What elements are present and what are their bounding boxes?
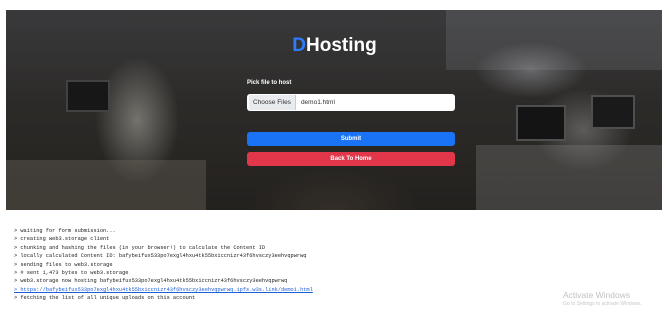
log-line: > locally calculated Content ID: bafybei…: [14, 253, 307, 260]
selected-file-name: demo1.html: [300, 99, 335, 106]
activate-windows-title: Activate Windows: [563, 290, 631, 300]
log-line: > web3.storage now hosting bafybeifux533…: [14, 278, 288, 285]
brand-logo: DHosting: [0, 35, 669, 57]
desk-shape: [476, 145, 662, 210]
log-line: > waiting for form submission...: [14, 228, 116, 234]
log-line: > chunking and hashing the files (in you…: [14, 244, 266, 251]
log-line: > creating web3.storage client: [14, 236, 110, 243]
desk-shape: [6, 160, 206, 210]
monitor-shape: [591, 95, 635, 129]
file-input[interactable]: Choose Files demo1.html: [247, 94, 455, 111]
submit-button[interactable]: Submit: [247, 132, 455, 146]
activate-windows-subtitle: Go to Settings to activate Windows.: [563, 301, 642, 307]
back-to-home-button[interactable]: Back To Home: [247, 152, 455, 166]
monitor-shape: [516, 105, 566, 141]
log-line: > # sent 1,473 bytes to web3.storage: [14, 270, 129, 277]
pick-file-label: Pick file to host: [247, 80, 292, 86]
brand-name: Hosting: [306, 35, 377, 56]
choose-files-button[interactable]: Choose Files: [249, 95, 296, 110]
log-line: > fetching the list of all unique upload…: [14, 295, 196, 302]
brand-prefix: D: [292, 35, 306, 56]
log-line: > sending files to web3.storage: [14, 261, 113, 268]
monitor-shape: [66, 80, 110, 112]
output-log: > waiting for form submission... > creati…: [14, 227, 313, 303]
hosted-file-link[interactable]: > https://bafybeifux533po7exgl4hxu4tk55b…: [14, 286, 313, 294]
